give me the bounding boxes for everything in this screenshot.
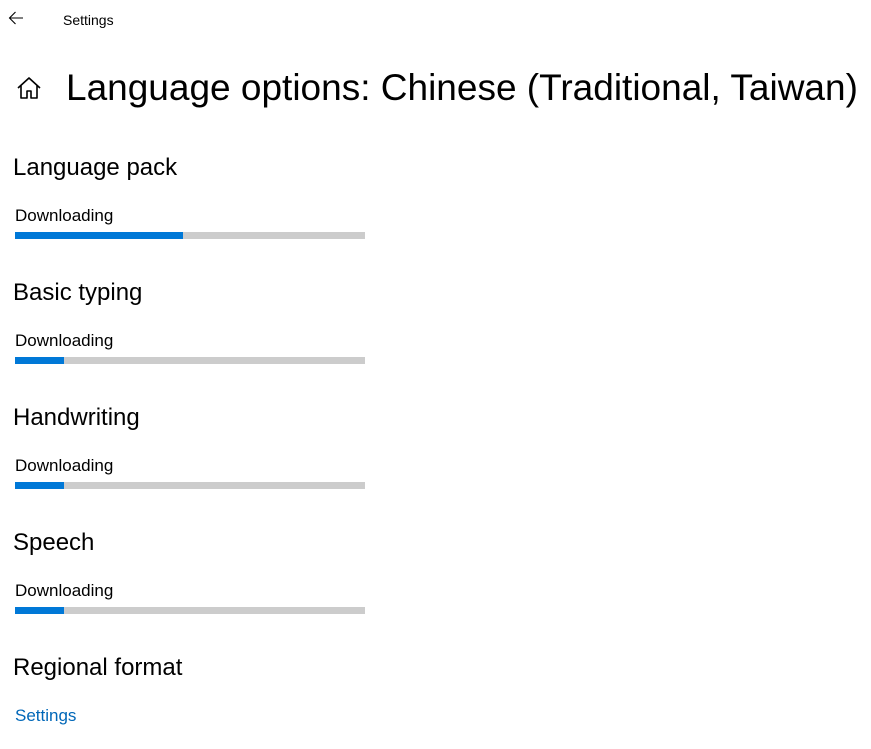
section-title: Language pack <box>13 154 178 181</box>
section-speech: Speech Downloading <box>13 528 373 614</box>
section-title: Regional format <box>13 654 183 681</box>
progress-fill <box>15 482 64 489</box>
page-title: Language options: Chinese (Traditional, … <box>66 67 858 108</box>
section-basic-typing: Basic typing Downloading <box>13 278 373 364</box>
progress-bar <box>15 357 365 364</box>
progress-bar <box>15 232 365 239</box>
status-text: Downloading <box>15 331 114 350</box>
regional-settings-link[interactable]: Settings <box>15 705 76 727</box>
section-title: Speech <box>13 529 95 556</box>
section-title: Basic typing <box>13 279 143 306</box>
section-title: Handwriting <box>13 404 140 431</box>
status-text: Downloading <box>15 456 114 475</box>
back-button[interactable] <box>0 0 32 40</box>
progress-bar <box>15 607 365 614</box>
progress-fill <box>15 607 64 614</box>
section-language-pack: Language pack Downloading <box>13 153 373 239</box>
status-text: Downloading <box>15 581 114 600</box>
progress-fill <box>15 357 64 364</box>
title-bar: Settings <box>0 0 871 40</box>
progress-fill <box>15 232 183 239</box>
section-handwriting: Handwriting Downloading <box>13 403 373 489</box>
back-arrow-icon <box>8 10 24 31</box>
section-regional-format: Regional format Settings <box>13 653 373 725</box>
app-title: Settings <box>63 12 114 28</box>
home-icon <box>16 75 42 106</box>
status-text: Downloading <box>15 206 114 225</box>
page-header: Language options: Chinese (Traditional, … <box>0 60 871 120</box>
progress-bar <box>15 482 365 489</box>
home-button[interactable] <box>14 75 44 105</box>
